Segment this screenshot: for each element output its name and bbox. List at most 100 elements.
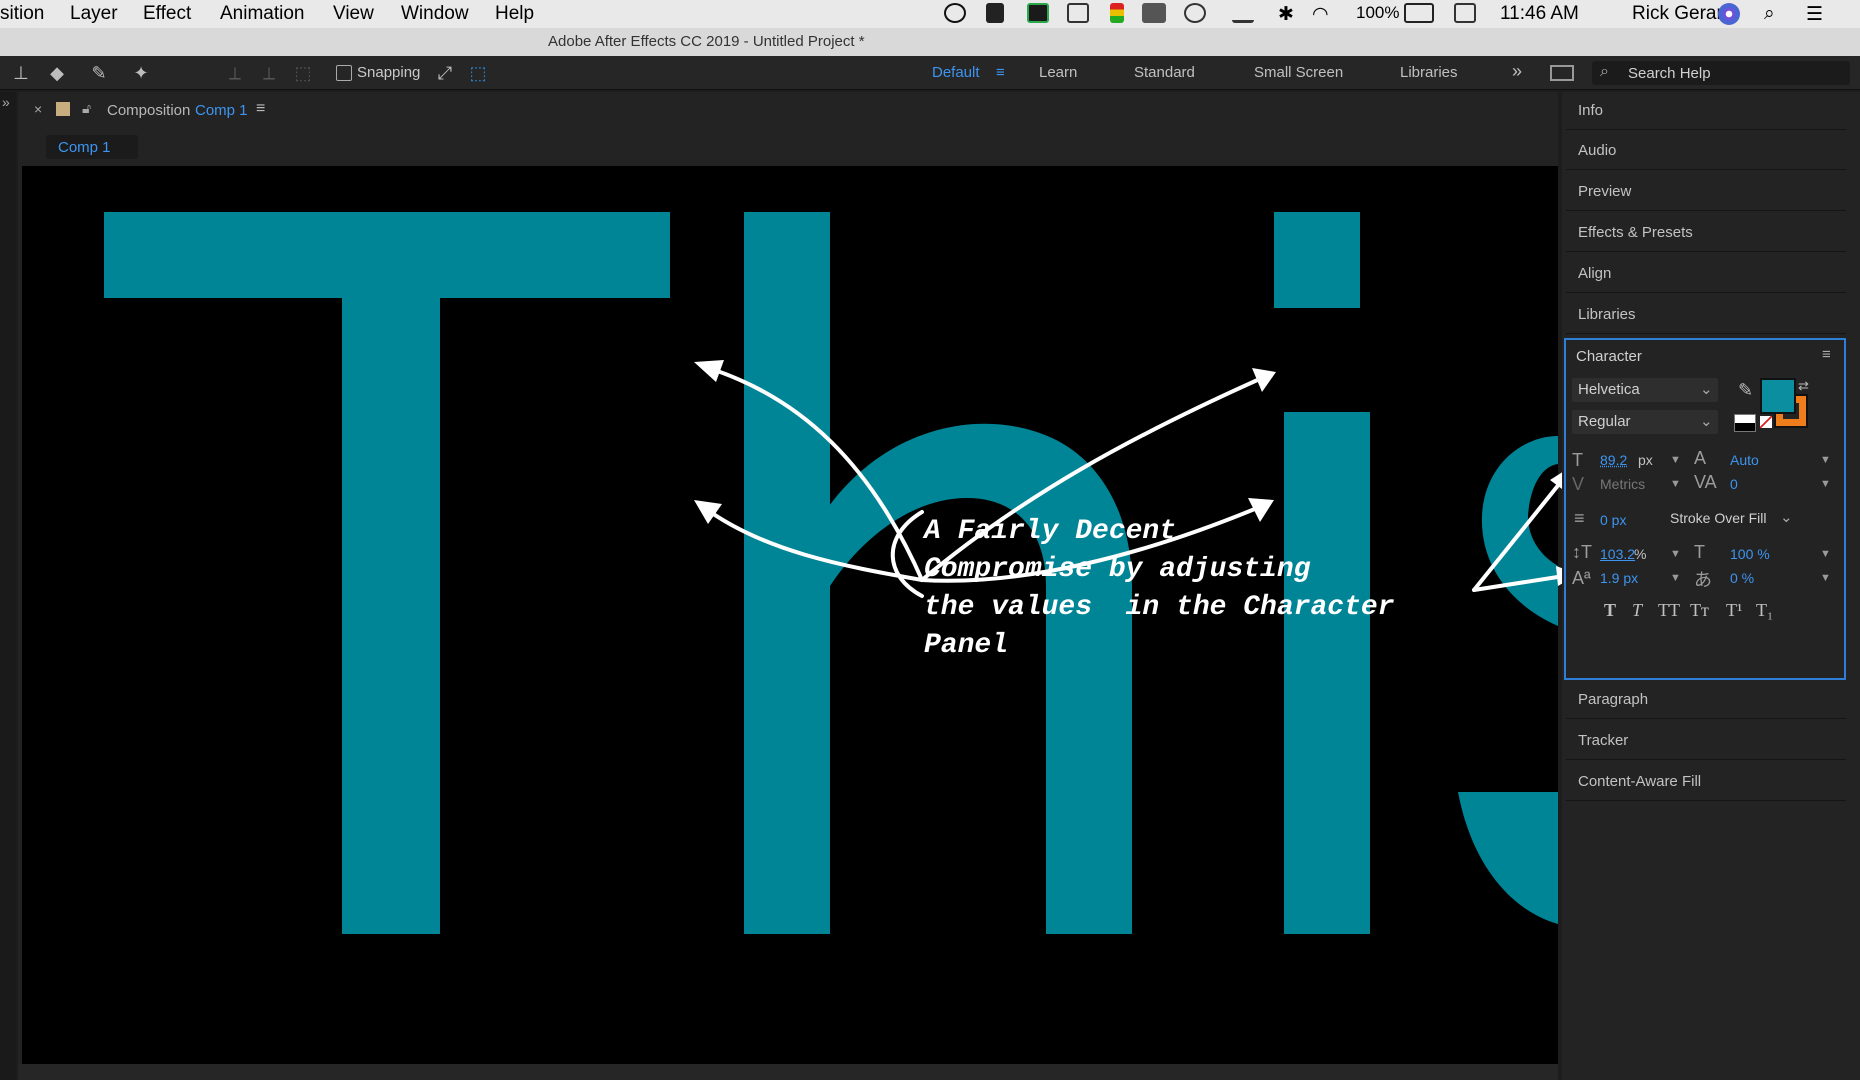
- panel-preview[interactable]: Preview: [1566, 173, 1846, 211]
- dropdown-triangle-icon[interactable]: ▼: [1670, 548, 1681, 560]
- search-placeholder: Search Help: [1628, 65, 1711, 82]
- font-size-icon: T: [1572, 450, 1583, 470]
- panel-info[interactable]: Info: [1566, 92, 1846, 130]
- menu-effect[interactable]: Effect: [143, 3, 191, 25]
- workspace-standard[interactable]: Standard: [1134, 64, 1195, 81]
- panel-paragraph[interactable]: Paragraph: [1566, 681, 1846, 719]
- panel-tracker-label: Tracker: [1578, 732, 1629, 749]
- snap-edges-icon[interactable]: ⤢: [434, 62, 456, 84]
- green-app-icon[interactable]: [1027, 3, 1049, 23]
- workspace-edit-icon[interactable]: [1550, 65, 1574, 81]
- font-family-dropdown[interactable]: Helvetica ⌄: [1572, 378, 1718, 402]
- leading-value[interactable]: Auto: [1730, 452, 1759, 468]
- composition-tab-name[interactable]: Comp 1: [195, 102, 248, 119]
- menu-composition[interactable]: sition: [0, 3, 44, 25]
- window-title-bar: Adobe After Effects CC 2019 - Untitled P…: [0, 28, 1860, 56]
- axis-view-icon[interactable]: ⬚: [292, 62, 314, 84]
- font-size-value[interactable]: 89.2: [1600, 452, 1627, 468]
- bluetooth-icon[interactable]: ✱: [1278, 3, 1294, 26]
- comp-navigator-tab[interactable]: Comp 1: [46, 135, 138, 159]
- dropdown-triangle-icon[interactable]: ▼: [1670, 572, 1681, 584]
- dropbox-icon[interactable]: [986, 3, 1004, 23]
- axis-local-icon[interactable]: ⟂: [224, 62, 246, 84]
- left-collapsed-panel[interactable]: »: [0, 92, 16, 1080]
- faux-bold-button[interactable]: T: [1604, 600, 1616, 621]
- workspace-menu-icon[interactable]: ≡: [996, 64, 1005, 81]
- black-white-swatch[interactable]: [1734, 414, 1756, 432]
- tsume-value[interactable]: 0 %: [1730, 570, 1754, 586]
- panel-libraries[interactable]: Libraries: [1566, 296, 1846, 334]
- menu-window[interactable]: Window: [401, 3, 469, 25]
- eraser-tool-icon[interactable]: ◆: [46, 62, 68, 84]
- superscript-button[interactable]: T¹: [1726, 600, 1742, 621]
- wifi-icon[interactable]: ◠: [1312, 3, 1329, 26]
- fill-color-swatch[interactable]: [1760, 378, 1796, 414]
- snapping-checkbox[interactable]: [336, 65, 352, 81]
- workspace-small-screen[interactable]: Small Screen: [1254, 64, 1343, 81]
- panel-content-aware-fill-label: Content-Aware Fill: [1578, 773, 1702, 790]
- workspace-default[interactable]: Default: [932, 64, 980, 81]
- input-menu-icon[interactable]: [1454, 3, 1476, 23]
- dropdown-triangle-icon[interactable]: ▼: [1670, 454, 1681, 466]
- brush-tool-icon[interactable]: ⊥: [10, 62, 32, 84]
- battery-icon[interactable]: [1404, 3, 1434, 23]
- stroke-width-value[interactable]: 0 px: [1600, 512, 1626, 528]
- workspace-libraries[interactable]: Libraries: [1400, 64, 1458, 81]
- eyedropper-icon[interactable]: ✎: [1738, 380, 1753, 401]
- notification-center-icon[interactable]: ☰: [1806, 3, 1823, 26]
- siri-icon[interactable]: [1718, 3, 1740, 25]
- no-color-swatch[interactable]: [1760, 416, 1772, 428]
- dropdown-triangle-icon[interactable]: ▼: [1820, 572, 1831, 584]
- kerning-value[interactable]: Metrics: [1600, 476, 1645, 492]
- small-caps-button[interactable]: Tт: [1690, 600, 1709, 621]
- faux-italic-button[interactable]: T: [1632, 600, 1642, 621]
- swap-colors-icon[interactable]: ⇄: [1798, 378, 1809, 394]
- menu-layer[interactable]: Layer: [70, 3, 118, 25]
- axis-world-icon[interactable]: ⟂: [258, 62, 280, 84]
- snap-features-icon[interactable]: ⬚: [467, 62, 489, 84]
- tracking-value[interactable]: 0: [1730, 476, 1738, 492]
- character-panel-menu-icon[interactable]: ≡: [1822, 346, 1831, 363]
- all-caps-button[interactable]: TT: [1658, 600, 1680, 621]
- dropdown-triangle-icon[interactable]: ▼: [1820, 478, 1831, 490]
- dropdown-triangle-icon[interactable]: ▼: [1820, 548, 1831, 560]
- baseline-shift-value[interactable]: 1.9 px: [1600, 570, 1638, 586]
- panel-align[interactable]: Align: [1566, 255, 1846, 293]
- subscript-button[interactable]: T₁: [1756, 600, 1773, 621]
- font-style-dropdown[interactable]: Regular ⌄: [1572, 410, 1718, 434]
- airplay-display-icon[interactable]: [1067, 3, 1089, 23]
- search-help-field[interactable]: ⌕ Search Help: [1592, 61, 1850, 85]
- screen-icon[interactable]: [1142, 3, 1166, 23]
- arrowhead-3: [694, 500, 722, 524]
- annotation-line: Panel: [924, 630, 1009, 661]
- clock[interactable]: 11:46 AM: [1500, 3, 1579, 25]
- workspace-learn[interactable]: Learn: [1039, 64, 1077, 81]
- vertical-scale-value[interactable]: 103.2: [1600, 546, 1635, 562]
- horizontal-scale-value[interactable]: 100 %: [1730, 546, 1770, 562]
- panel-menu-icon[interactable]: ≡: [256, 100, 265, 118]
- status-lights-icon[interactable]: [1110, 3, 1124, 23]
- dropdown-triangle-icon[interactable]: ▼: [1670, 478, 1681, 490]
- panel-effects-presets[interactable]: Effects & Presets: [1566, 214, 1846, 252]
- creative-cloud-icon[interactable]: [944, 3, 966, 23]
- dropdown-triangle-icon[interactable]: ▼: [1820, 454, 1831, 466]
- menu-animation[interactable]: Animation: [220, 3, 305, 25]
- panel-audio[interactable]: Audio: [1566, 132, 1846, 170]
- puppet-pin-tool-icon[interactable]: ✦: [130, 62, 152, 84]
- panel-content-aware-fill[interactable]: Content-Aware Fill: [1566, 763, 1846, 801]
- comp-color-label-icon[interactable]: [56, 102, 70, 116]
- airplay-icon[interactable]: [1232, 3, 1254, 23]
- more-workspaces-icon[interactable]: »: [1512, 61, 1522, 82]
- composition-tab-prefix[interactable]: Composition: [107, 102, 190, 119]
- panel-tracker[interactable]: Tracker: [1566, 722, 1846, 760]
- menu-bar: sition Layer Effect Animation View Windo…: [0, 0, 1860, 28]
- menu-help[interactable]: Help: [495, 3, 534, 25]
- close-tab-icon[interactable]: ×: [34, 101, 42, 117]
- roto-brush-tool-icon[interactable]: ✎: [88, 62, 110, 84]
- spotlight-search-icon[interactable]: ⌕: [1764, 3, 1775, 25]
- stroke-mode-dropdown[interactable]: Stroke Over Fill ⌄: [1664, 506, 1794, 530]
- expand-panel-icon[interactable]: »: [2, 94, 10, 110]
- time-machine-icon[interactable]: [1184, 3, 1206, 23]
- menu-view[interactable]: View: [333, 3, 374, 25]
- lock-icon[interactable]: 🔓︎: [82, 100, 91, 117]
